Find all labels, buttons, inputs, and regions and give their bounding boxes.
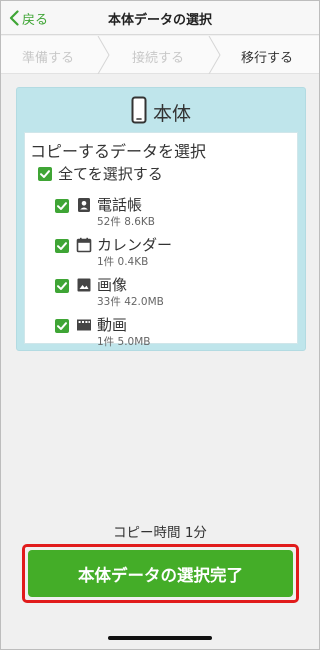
checkmark-icon <box>57 282 67 290</box>
checkmark-icon <box>40 170 50 178</box>
data-selection-list: コピーするデータを選択 全てを選択する 電話帳 52件 8.6KB カレンダー … <box>24 132 298 348</box>
section-title: コピーするデータを選択 <box>30 142 207 161</box>
video-icon <box>77 319 91 331</box>
step-indicator: 準備する 接続する 移行する <box>1 36 319 74</box>
panel-title: 本体 <box>152 102 191 125</box>
select-all-checkbox[interactable] <box>38 167 52 181</box>
copy-time-text: コピー時間 1分 <box>113 525 207 541</box>
checkmark-icon <box>57 322 67 330</box>
images-label: 画像 <box>97 276 128 294</box>
finish-selection-button[interactable]: 本体データの選択完了 <box>28 550 293 597</box>
device-data-panel: 本体 コピーするデータを選択 全てを選択する 電話帳 52件 8.6KB カレン… <box>16 87 306 351</box>
step-separator-icon <box>208 36 221 74</box>
contacts-icon <box>78 198 90 212</box>
videos-checkbox[interactable] <box>55 319 69 333</box>
image-icon <box>77 278 91 292</box>
contacts-checkbox[interactable] <box>55 199 69 213</box>
nav-bar: 戻る 本体データの選択 <box>1 1 319 35</box>
smartphone-icon <box>131 96 147 128</box>
contacts-label: 電話帳 <box>97 196 143 214</box>
calendar-label: カレンダー <box>97 236 173 254</box>
calendar-checkbox[interactable] <box>55 239 69 253</box>
step-prepare: 準備する <box>22 51 75 66</box>
home-indicator <box>108 636 212 640</box>
checkmark-icon <box>57 242 67 250</box>
page-title: 本体データの選択 <box>107 13 212 28</box>
step-connect: 接続する <box>132 51 185 66</box>
images-checkbox[interactable] <box>55 279 69 293</box>
videos-detail: 1件 5.0MB <box>97 336 151 348</box>
step-transfer: 移行する <box>241 51 294 66</box>
calendar-icon <box>76 237 92 253</box>
checkmark-icon <box>57 202 67 210</box>
calendar-detail: 1件 0.4KB <box>97 256 149 268</box>
contacts-detail: 52件 8.6KB <box>97 216 155 228</box>
step-separator-icon <box>97 36 110 74</box>
images-detail: 33件 42.0MB <box>97 296 164 308</box>
panel-header: 本体 <box>17 96 305 128</box>
button-highlight-frame: 本体データの選択完了 <box>22 544 299 603</box>
videos-label: 動画 <box>97 316 128 334</box>
app-screen: 戻る 本体データの選択 準備する 接続する 移行する 本体 コピーするデータを選… <box>0 0 320 650</box>
select-all-label: 全てを選択する <box>58 165 163 183</box>
